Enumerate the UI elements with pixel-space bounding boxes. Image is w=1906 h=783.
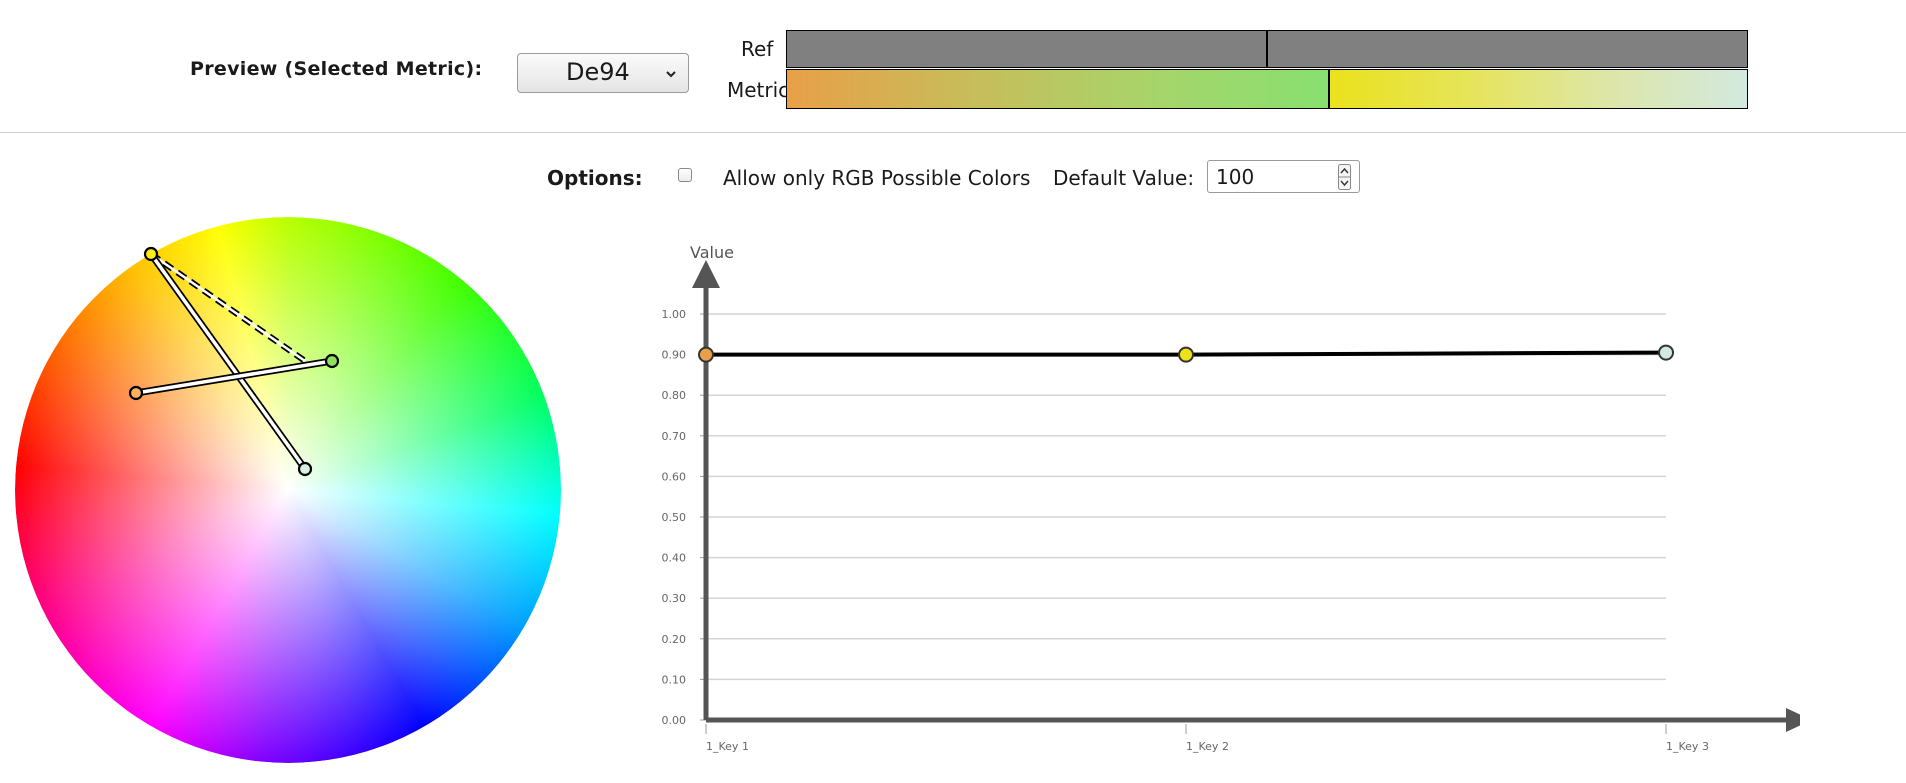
- color-wheel[interactable]: [15, 217, 561, 763]
- y-tick-label: 1.00: [662, 308, 687, 321]
- ref-color-bar: [786, 30, 1748, 68]
- default-value-input[interactable]: 100: [1207, 160, 1360, 193]
- x-tick-label: 1_Key 2: [1186, 740, 1229, 753]
- data-point[interactable]: [1658, 344, 1674, 361]
- y-tick-label: 0.30: [662, 592, 687, 605]
- metric-bar-segment-1: [787, 70, 1328, 108]
- ref-label: Ref: [741, 37, 774, 61]
- y-tick-label: 0.00: [662, 714, 687, 727]
- rgb-only-checkbox[interactable]: [678, 168, 692, 182]
- section-divider: [0, 132, 1906, 133]
- chevron-down-icon: [666, 71, 676, 78]
- x-axis-arrow-icon: [1786, 708, 1812, 732]
- y-tick-label: 0.90: [662, 349, 687, 362]
- y-tick-label: 0.80: [662, 389, 687, 402]
- rgb-only-label: Allow only RGB Possible Colors: [723, 166, 1031, 190]
- y-tick-label: 0.10: [662, 673, 687, 686]
- metric-bar-segment-2: [1330, 70, 1747, 108]
- metric-color-bar: [786, 69, 1748, 109]
- default-value-text: 100: [1216, 165, 1255, 189]
- preview-label: Preview (Selected Metric):: [190, 58, 483, 80]
- wheel-yellow-handle[interactable]: [143, 246, 159, 262]
- data-point[interactable]: [1178, 346, 1194, 363]
- wheel-light-handle[interactable]: [297, 461, 313, 477]
- x-tick-label: 1_Key 1: [706, 740, 749, 753]
- metric-select-value: De94: [566, 58, 630, 86]
- data-point[interactable]: [698, 346, 714, 363]
- default-value-label: Default Value:: [1053, 166, 1195, 190]
- y-tick-label: 0.40: [662, 552, 687, 565]
- y-tick-label: 0.50: [662, 511, 687, 524]
- y-tick-label: 0.70: [662, 430, 687, 443]
- y-axis-label: Value: [690, 243, 734, 262]
- metric-select[interactable]: De94: [517, 53, 689, 93]
- ref-bar-divider: [1266, 31, 1268, 67]
- options-label: Options:: [547, 166, 643, 190]
- y-axis-arrow-icon: [692, 260, 720, 288]
- value-chart: 0.00 0.10 0.20 0.30 0.40 0.50 0.60 0.70 0.80 0.90…: [640, 240, 1848, 760]
- metric-label: Metric: [727, 78, 790, 102]
- wheel-green-handle[interactable]: [324, 353, 340, 369]
- wheel-orange-handle[interactable]: [128, 385, 144, 401]
- spinner-arrows-icon[interactable]: [1338, 164, 1351, 190]
- y-tick-label: 0.60: [662, 470, 687, 483]
- y-tick-label: 0.20: [662, 633, 687, 646]
- x-tick-label: 1_Key 3: [1666, 740, 1709, 753]
